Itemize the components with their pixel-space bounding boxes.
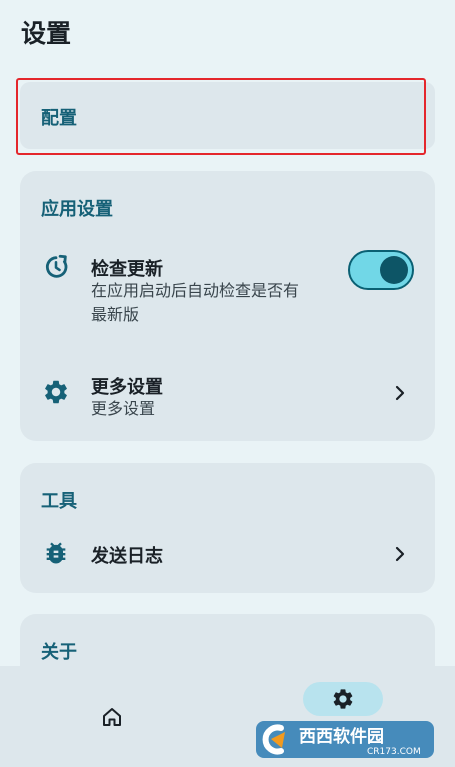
send-log-row[interactable]: 发送日志 — [20, 527, 435, 583]
home-icon — [103, 708, 121, 726]
app-settings-card: 应用设置 检查更新 在应用启动后自动检查是否有 最新版 更多设置 更多设置 — [20, 171, 435, 441]
check-update-subtitle-line1: 在应用启动后自动检查是否有 — [91, 281, 300, 300]
gear-icon — [333, 689, 353, 709]
check-update-row[interactable]: 检查更新 在应用启动后自动检查是否有 最新版 — [20, 171, 435, 341]
check-update-title: 检查更新 — [91, 259, 163, 280]
watermark-logo: 西西软件园 CR173.COM — [256, 721, 434, 758]
config-label: 配置 — [41, 108, 77, 129]
watermark-brand: 西西软件园 — [299, 726, 384, 747]
more-settings-subtitle: 更多设置 — [91, 399, 156, 418]
nav-home-button[interactable] — [72, 702, 152, 736]
about-title: 关于 — [41, 642, 77, 663]
more-settings-row[interactable]: 更多设置 更多设置 — [20, 351, 435, 421]
gear-icon — [45, 380, 67, 404]
tools-title: 工具 — [41, 491, 77, 512]
more-settings-title: 更多设置 — [91, 377, 163, 398]
check-update-subtitle-line2: 最新版 — [91, 305, 140, 324]
toggle-knob — [380, 256, 408, 284]
config-card[interactable]: 配置 — [20, 82, 435, 149]
check-update-toggle[interactable] — [348, 250, 414, 290]
nav-settings-button[interactable] — [303, 682, 383, 716]
send-log-title: 发送日志 — [91, 546, 163, 567]
tools-card: 工具 发送日志 — [20, 463, 435, 593]
bug-icon — [46, 542, 66, 564]
page-title: 设置 — [21, 19, 72, 48]
update-history-icon — [45, 254, 68, 278]
chevron-right-icon — [395, 546, 405, 562]
chevron-right-icon — [395, 385, 405, 401]
watermark-site: CR173.COM — [367, 747, 421, 757]
